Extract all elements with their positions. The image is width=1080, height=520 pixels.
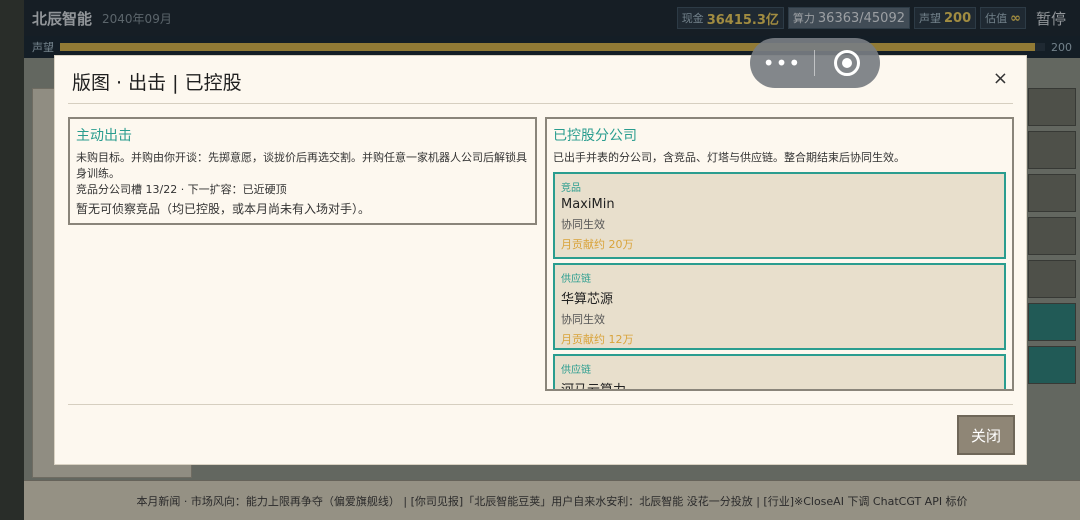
territory-modal: 版图 · 出击 | 已控股 × 主动出击 未购目标。并购由你开谈：先掷意愿，谈拢…: [54, 55, 1027, 465]
company-name: 河马云算力: [561, 383, 627, 391]
attack-panel: 主动出击 未购目标。并购由你开谈：先掷意愿，谈拢价后再选交割。并购任意一家机器人…: [68, 117, 537, 225]
company-contribution: 月贡献约 20万: [561, 238, 634, 251]
close-button[interactable]: 关闭: [957, 415, 1015, 455]
company-category: 供应链: [561, 274, 591, 285]
holdings-description: 已出手并表的分公司，含竞品、灯塔与供应链。整合期结束后协同生效。: [553, 151, 905, 164]
divider: [68, 404, 1013, 405]
company-card[interactable]: 竞品 MaxiMin 协同生效 月贡献约 20万: [553, 172, 1006, 259]
company-name: 华算芯源: [561, 292, 614, 307]
company-category: 供应链: [561, 365, 591, 376]
company-contribution: 月贡献约 12万: [561, 333, 634, 346]
company-status: 协同生效: [561, 313, 605, 326]
company-status: 协同生效: [561, 218, 605, 231]
mini-program-capsule: •••: [750, 38, 880, 88]
holdings-panel-title: 已控股分公司: [553, 128, 637, 144]
close-icon[interactable]: ×: [993, 68, 1008, 89]
attack-description: 未购目标。并购由你开谈：先掷意愿，谈拢价后再选交割。并购任意一家机器人公司后解锁…: [76, 151, 527, 180]
holdings-panel: 已控股分公司 已出手并表的分公司，含竞品、灯塔与供应链。整合期结束后协同生效。 …: [545, 117, 1014, 391]
divider: [68, 103, 1013, 104]
exit-target-icon[interactable]: [815, 50, 879, 76]
slot-info: 竞品分公司槽 13/22 · 下一扩容：已近硬顶: [76, 183, 287, 196]
more-icon[interactable]: •••: [750, 51, 814, 75]
empty-note: 暂无可侦察竞品（均已控股，或本月尚未有入场对手）。: [76, 202, 371, 216]
company-category: 竞品: [561, 183, 581, 194]
company-name: MaxiMin: [561, 197, 615, 212]
company-card[interactable]: 供应链 河马云算力: [553, 354, 1006, 391]
company-card[interactable]: 供应链 华算芯源 协同生效 月贡献约 12万: [553, 263, 1006, 350]
attack-panel-title: 主动出击: [76, 128, 132, 144]
modal-title: 版图 · 出击 | 已控股: [72, 72, 242, 94]
